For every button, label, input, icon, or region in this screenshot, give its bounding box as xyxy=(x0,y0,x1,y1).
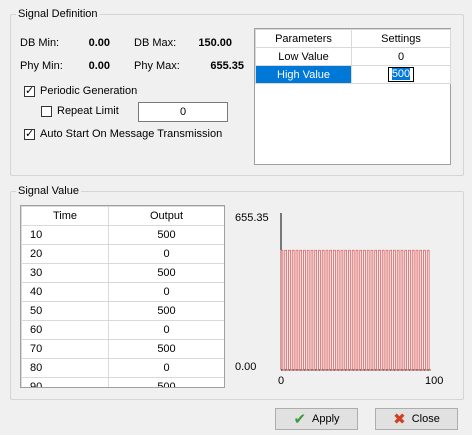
checkmark-icon: ✓ xyxy=(25,84,35,97)
time-header[interactable]: Time xyxy=(21,206,109,226)
signal-series-line xyxy=(280,249,431,371)
parameters-header-row: Parameters Settings xyxy=(255,29,451,48)
param-value-edit-text[interactable]: 500 xyxy=(391,68,411,80)
phy-max-value: 655.35 xyxy=(210,60,244,72)
signal-value-row[interactable]: 70 500 xyxy=(21,339,224,359)
signal-value-grid: Time Output 10 500 20 0 30 500 40 0 50 500 60 0 70 50… xyxy=(20,205,225,388)
time-cell[interactable]: 20 xyxy=(21,244,109,264)
signal-value-row[interactable]: 30 500 xyxy=(21,263,224,283)
parameters-table: Parameters Settings Low Value 0 High Val… xyxy=(255,29,451,84)
parameters-header[interactable]: Parameters xyxy=(255,29,352,48)
periodic-generation-checkbox[interactable]: ✓ xyxy=(24,84,35,97)
db-min-value: 0.00 xyxy=(88,37,110,49)
signal-value-row[interactable]: 50 500 xyxy=(21,301,224,321)
signal-value-row[interactable]: 60 0 xyxy=(21,320,224,340)
time-cell[interactable]: 50 xyxy=(21,301,109,321)
output-cell[interactable]: 500 xyxy=(108,263,224,283)
repeat-limit-label[interactable]: Repeat Limit xyxy=(57,105,119,117)
time-cell[interactable]: 80 xyxy=(21,358,109,378)
y-axis-bottom-label: 0.00 xyxy=(235,361,257,373)
output-cell[interactable]: 0 xyxy=(108,320,224,340)
signal-value-title: Signal Value xyxy=(16,185,81,197)
parameters-grid: Parameters Settings Low Value 0 High Val… xyxy=(254,28,451,165)
time-cell[interactable]: 30 xyxy=(21,263,109,283)
apply-button-label: Apply xyxy=(312,413,340,425)
db-min-label: DB Min: xyxy=(20,37,60,49)
signal-chart-panel: 655.35 0.00 0 100 xyxy=(231,205,454,388)
output-cell[interactable]: 500 xyxy=(108,301,224,321)
db-max-label: DB Max: xyxy=(134,37,177,49)
close-x-icon: ✖ xyxy=(393,410,406,428)
time-cell[interactable]: 60 xyxy=(21,320,109,340)
signal-definition-title: Signal Definition xyxy=(16,8,100,20)
time-cell[interactable]: 90 xyxy=(21,377,109,387)
signal-value-row[interactable]: 20 0 xyxy=(21,244,224,264)
x-axis-start-label: 0 xyxy=(278,375,285,387)
repeat-limit-checkbox[interactable] xyxy=(41,106,52,117)
auto-start-label[interactable]: Auto Start On Message Transmission xyxy=(40,128,222,140)
param-value-cell-editing[interactable]: 500 xyxy=(351,65,451,84)
time-cell[interactable]: 70 xyxy=(21,339,109,359)
time-cell[interactable]: 10 xyxy=(21,225,109,245)
db-max-value: 150.00 xyxy=(198,37,232,49)
checkmark-icon: ✔ xyxy=(293,410,307,428)
signal-value-row[interactable]: 40 0 xyxy=(21,282,224,302)
output-cell[interactable]: 0 xyxy=(108,282,224,302)
signal-chart xyxy=(280,213,431,371)
apply-button[interactable]: ✔ Apply xyxy=(275,408,358,430)
param-row-high[interactable]: High Value 500 xyxy=(255,65,451,84)
param-value-editor[interactable]: 500 xyxy=(387,67,415,82)
periodic-generation-label[interactable]: Periodic Generation xyxy=(40,85,137,97)
close-button[interactable]: ✖ Close xyxy=(375,408,458,430)
output-cell[interactable]: 0 xyxy=(108,358,224,378)
output-cell[interactable]: 500 xyxy=(108,339,224,359)
phy-max-label: Phy Max: xyxy=(134,60,180,72)
signal-value-row[interactable]: 90 500 xyxy=(21,377,224,387)
time-cell[interactable]: 40 xyxy=(21,282,109,302)
signal-value-row[interactable]: 10 500 xyxy=(21,225,224,245)
close-button-label: Close xyxy=(411,413,440,425)
param-row-low[interactable]: Low Value 0 xyxy=(255,47,451,66)
output-cell[interactable]: 0 xyxy=(108,244,224,264)
output-cell[interactable]: 500 xyxy=(108,225,224,245)
phy-min-label: Phy Min: xyxy=(20,60,63,72)
repeat-limit-input[interactable]: 0 xyxy=(138,102,228,122)
output-cell[interactable]: 500 xyxy=(108,377,224,387)
x-axis-end-label: 100 xyxy=(425,375,444,387)
auto-start-checkbox[interactable]: ✓ xyxy=(24,127,35,140)
y-axis-top-label: 655.35 xyxy=(235,212,269,224)
signal-value-table: Time Output 10 500 20 0 30 500 40 0 50 500 60 0 70 50… xyxy=(21,206,224,387)
settings-header[interactable]: Settings xyxy=(351,29,451,48)
signal-value-row[interactable]: 80 0 xyxy=(21,358,224,378)
output-header[interactable]: Output xyxy=(108,206,224,226)
param-name-cell[interactable]: Low Value xyxy=(255,47,352,66)
phy-min-value: 0.00 xyxy=(88,60,110,72)
checkmark-icon: ✓ xyxy=(25,127,35,140)
param-value-cell[interactable]: 0 xyxy=(351,47,451,66)
signal-value-header-row: Time Output xyxy=(21,206,224,226)
param-name-cell-selected[interactable]: High Value xyxy=(255,65,352,84)
